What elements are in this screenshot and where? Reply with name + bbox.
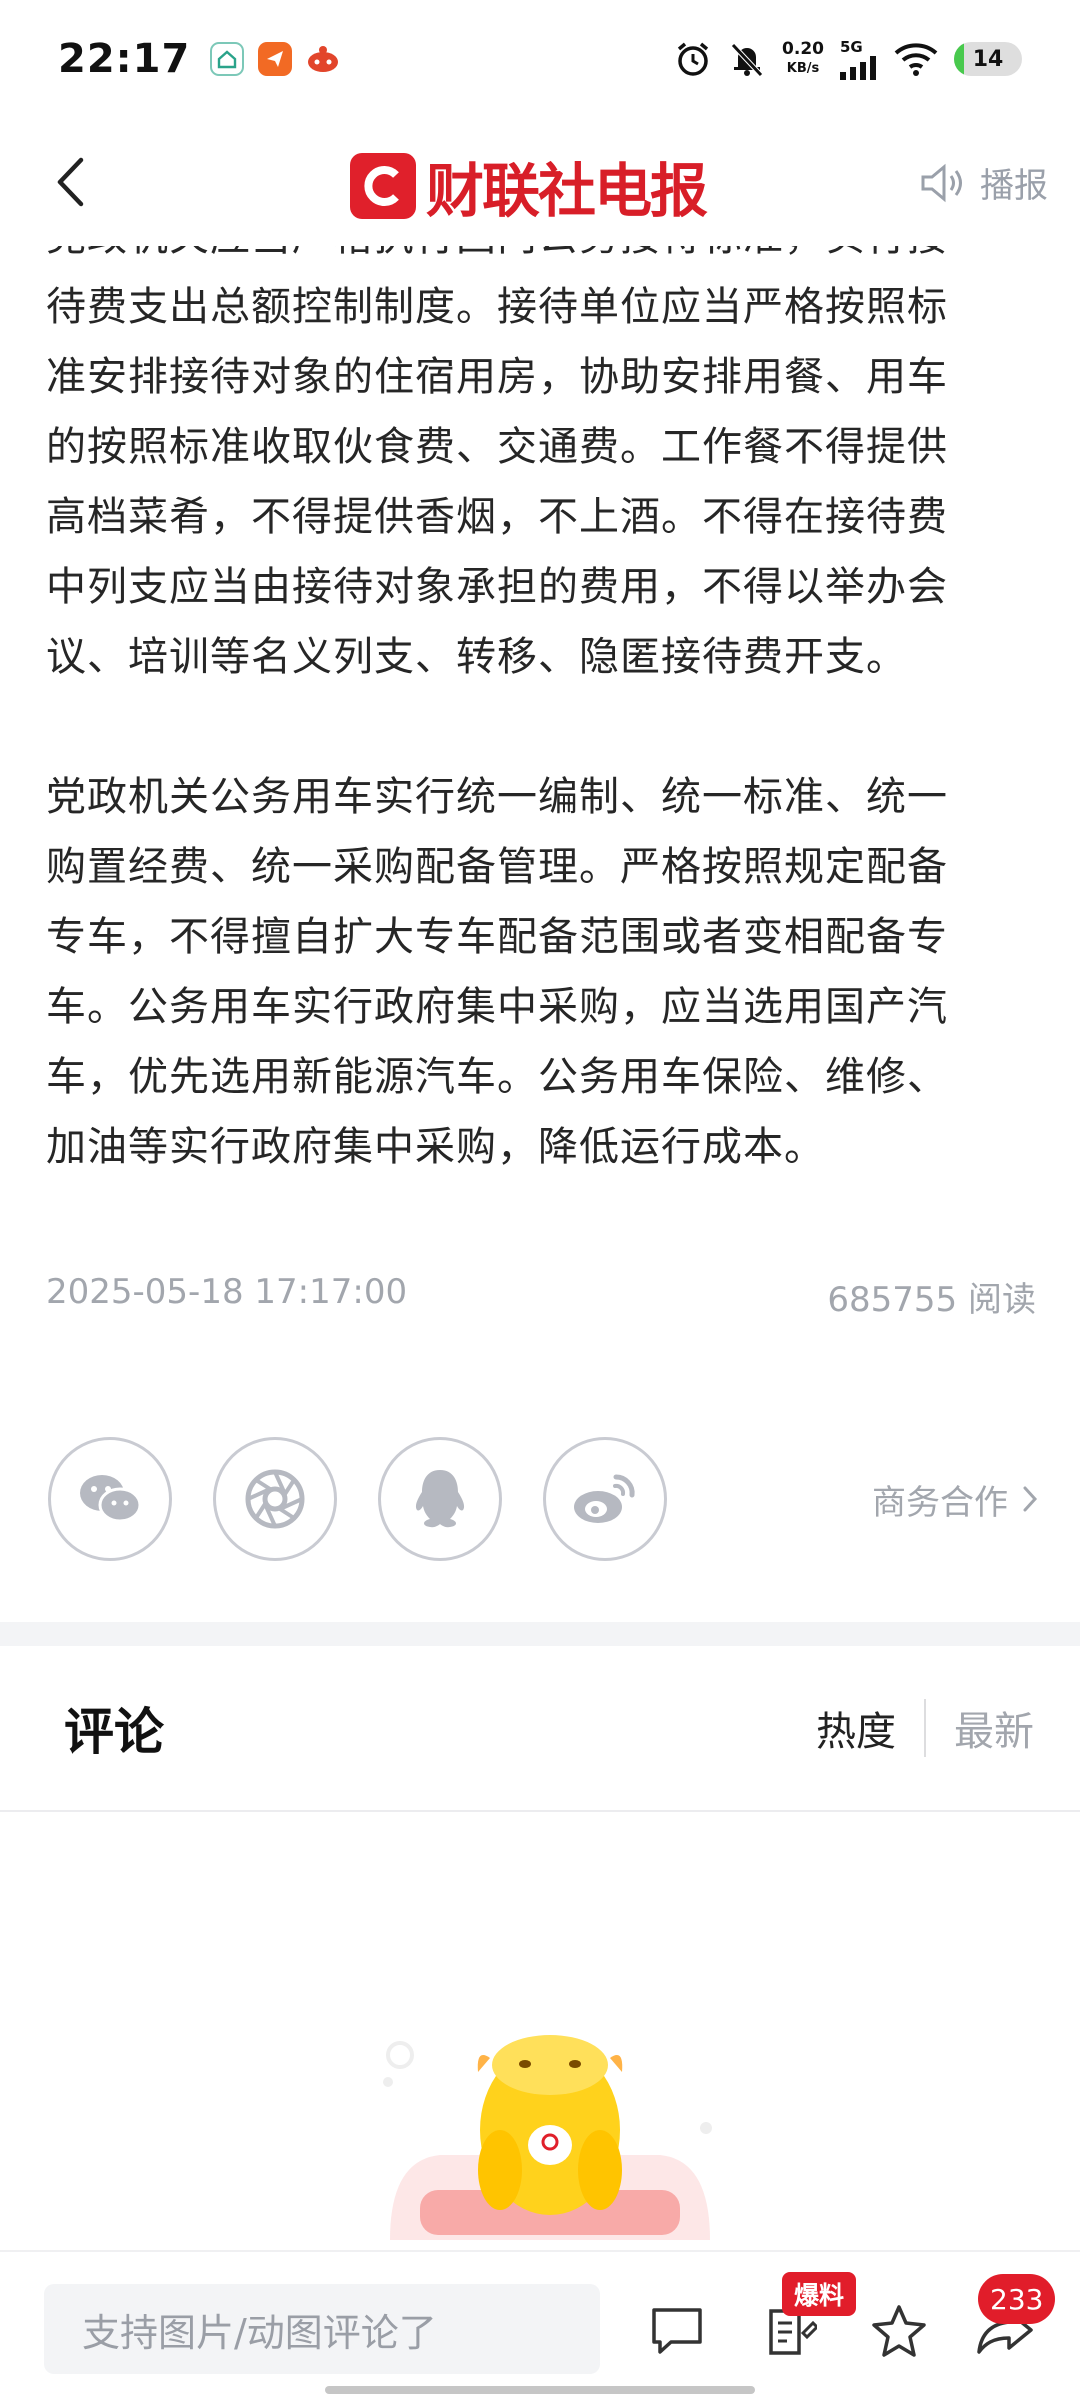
article-line: 中列支应当由接待对象承担的费用，不得以举办会 (46, 564, 948, 610)
business-label: 商务合作 (872, 1482, 1008, 1523)
article-body: 党政机关应当严格执行国内公务接待标准，实行接 待费支出总额控制制度。接待单位应当… (46, 246, 1036, 1252)
network-speed: 0.20 KB/s (782, 39, 824, 77)
battery-indicator: 14 (954, 42, 1022, 76)
share-row: 商务合作 (48, 1437, 1038, 1561)
comment-input[interactable]: 支持图片/动图评论了 (44, 2284, 600, 2374)
article-line: 购置经费、统一采购配备管理。严格按照规定配备 (46, 844, 948, 890)
article-line: 准安排接待对象的住宿用房，协助安排用餐、用车 (46, 354, 948, 400)
back-button[interactable] (40, 152, 100, 212)
article-line: 车。公务用车实行政府集中采购，应当选用国产汽 (46, 984, 948, 1030)
comments-button[interactable] (642, 2296, 712, 2366)
article-line: 加油等实行政府集中采购，降低运行成本。 (46, 1124, 825, 1170)
home-app-icon (210, 42, 245, 76)
article-line: 高档菜肴，不得提供香烟，不上酒。不得在接待费 (46, 494, 948, 540)
alarm-icon (677, 42, 709, 76)
network-type: 5G (840, 38, 863, 56)
business-cooperation-link[interactable]: 商务合作 (872, 1475, 1038, 1524)
status-bar: 22:17 0.20 KB/s 5G 14 (0, 0, 1080, 118)
status-right-group: 0.20 KB/s 5G 14 (674, 38, 1022, 80)
qq-icon (415, 1470, 465, 1528)
empty-comments-mascot (383, 2035, 712, 2240)
share-count-badge: 233 (978, 2274, 1056, 2324)
comment-bubble-icon (652, 2308, 702, 2354)
article-paragraph-2: 党政机关公务用车实行统一编制、统一标准、统一 购置经费、统一采购配备管理。严格按照… (46, 762, 1036, 1182)
speaker-icon (921, 163, 962, 202)
mute-bell-icon (731, 43, 763, 77)
screen: 22:17 0.20 KB/s 5G 14 财联社电报 播报 待费支出总额控制制… (0, 0, 1080, 2400)
signal-icon (840, 56, 876, 80)
comments-header: 评论 热度 最新 (0, 1646, 1080, 1812)
send-app-icon (258, 42, 293, 76)
article-paragraph-1: 待费支出总额控制制度。接待单位应当严格按照标 准安排接待对象的住宿用房，协助安排用… (46, 272, 1036, 692)
brand-logo: 财联社电报 (350, 144, 708, 228)
logo-c-icon (350, 153, 416, 219)
bottom-bar: 支持图片/动图评论了 爆料 233 (0, 2250, 1080, 2400)
chevron-right-icon (1023, 1486, 1038, 1512)
article-line: 的按照标准收取伙食费、交通费。工作餐不得提供 (46, 424, 948, 470)
broadcast-label: 播报 (980, 166, 1048, 206)
comment-placeholder: 支持图片/动图评论了 (82, 2310, 437, 2355)
read-count: 685755 阅读 (827, 1280, 1036, 1320)
article-meta: 2025-05-18 17:17:00 685755 阅读 (46, 1272, 1036, 1321)
status-time: 22:17 (58, 36, 191, 82)
article-line: 专车，不得擅自扩大专车配备范围或者变相配备专 (46, 914, 948, 960)
article-line: 待费支出总额控制制度。接待单位应当严格按照标 (46, 284, 948, 330)
sort-latest-tab[interactable]: 最新 (926, 1699, 1034, 1757)
sort-hot-tab[interactable]: 热度 (816, 1699, 926, 1757)
star-icon (872, 2305, 926, 2357)
comments-title: 评论 (64, 1703, 164, 1761)
share-qq-button[interactable] (378, 1437, 502, 1561)
share-wechat-button[interactable] (48, 1437, 172, 1561)
app-header: 财联社电报 播报 (0, 118, 1080, 246)
publish-datetime: 2025-05-18 17:17:00 (46, 1272, 408, 1312)
home-indicator[interactable] (325, 2386, 755, 2394)
article-line: 议、培训等名义列支、转移、隐匿接待费开支。 (46, 634, 907, 680)
comment-sort-tabs: 热度 最新 (816, 1699, 1034, 1757)
share-moments-button[interactable] (213, 1437, 337, 1561)
share-weibo-button[interactable] (543, 1437, 667, 1561)
game-app-icon (306, 42, 341, 76)
status-app-icons (210, 42, 341, 76)
signal-group: 5G (840, 38, 878, 80)
article-line: 党政机关公务用车实行统一编制、统一标准、统一 (46, 774, 948, 820)
moments-icon (245, 1469, 305, 1529)
tip-off-badge: 爆料 (782, 2272, 857, 2316)
chevron-left-icon (57, 157, 84, 207)
wifi-icon (894, 43, 938, 76)
wechat-icon (80, 1475, 142, 1523)
article-cut-line: 党政机关应当严格执行国内公务接待标准，实行接 (46, 246, 1036, 272)
section-divider (0, 1622, 1080, 1646)
logo-text: 财联社电报 (426, 157, 708, 225)
article-line: 车，优先选用新能源汽车。公务用车保险、维修、 (46, 1054, 948, 1100)
broadcast-button[interactable]: 播报 (920, 158, 1048, 207)
favorite-button[interactable] (864, 2296, 934, 2366)
weibo-icon (574, 1474, 635, 1523)
